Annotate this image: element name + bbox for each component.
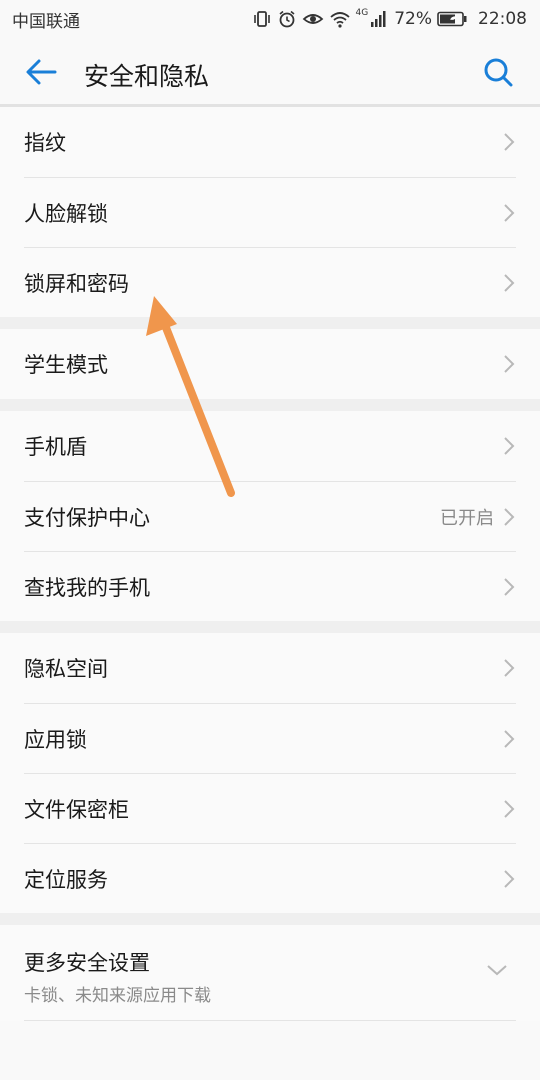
back-button[interactable] [22,54,62,90]
chevron-right-icon [504,203,515,222]
chevron-right-icon [504,355,515,373]
item-label: 指纹 [24,131,66,155]
status-value: 已开启 [440,507,494,529]
group-gap [0,913,540,925]
page-title: 安全和隐私 [84,62,210,91]
item-label: 文件保密柜 [24,797,129,822]
search-icon [484,58,513,87]
chevron-right-icon [504,437,515,455]
settings-group-security: 指纹 人脸解锁 锁屏和密码 [0,107,540,317]
chevron-right-icon [504,507,515,526]
search-button[interactable] [480,54,516,90]
battery-icon [437,11,467,27]
chevron-down-icon [487,965,507,976]
list-item-app-lock[interactable]: 应用锁 [24,703,516,773]
item-label: 隐私空间 [24,657,108,681]
list-item-file-safe[interactable]: 文件保密柜 [24,773,516,843]
arrow-left-icon [26,59,57,85]
chevron-right-icon [504,577,515,596]
chevron-right-icon [504,133,515,151]
network-type-label: 4G [355,8,369,18]
item-label: 手机盾 [24,435,87,459]
list-item-payment-protection[interactable]: 支付保护中心 已开启 [24,481,516,551]
eye-comfort-icon [302,14,323,24]
settings-list: 指纹 人脸解锁 锁屏和密码 学生模式 手机盾 支付保护中心 已开启 查找我的手机… [0,107,540,1021]
settings-group-payment: 手机盾 支付保护中心 已开启 查找我的手机 [0,411,540,621]
chevron-right-icon [504,273,515,292]
item-label: 人脸解锁 [24,201,108,226]
item-subtitle: 卡锁、未知来源应用下载 [24,986,211,1006]
item-label: 定位服务 [24,867,108,892]
chevron-right-icon [504,659,515,677]
list-item-fingerprint[interactable]: 指纹 [24,107,516,177]
settings-group-privacy: 隐私空间 应用锁 文件保密柜 定位服务 [0,633,540,913]
group-gap [0,621,540,633]
item-label: 查找我的手机 [24,575,150,600]
settings-group-more: 更多安全设置 卡锁、未知来源应用下载 [0,925,540,1021]
battery-percent: 72% [394,9,432,29]
list-item-phone-shield[interactable]: 手机盾 [24,411,516,481]
list-item-private-space[interactable]: 隐私空间 [24,633,516,703]
list-item-location-services[interactable]: 定位服务 [24,843,516,913]
status-icons: 4G 72% 22:08 [252,8,527,29]
item-right: 已开启 [440,504,516,530]
list-item-face-unlock[interactable]: 人脸解锁 [24,177,516,247]
item-label: 学生模式 [24,353,108,377]
item-label: 支付保护中心 [24,505,150,530]
wifi-icon [329,12,350,28]
item-label: 锁屏和密码 [24,271,129,296]
chevron-right-icon [504,799,515,818]
settings-group-student: 学生模式 [0,329,540,399]
list-item-more-security-settings[interactable]: 更多安全设置 卡锁、未知来源应用下载 [24,925,516,1021]
list-item-lock-screen-password[interactable]: 锁屏和密码 [24,247,516,317]
app-bar: 安全和隐私 [0,38,540,106]
alarm-icon [278,10,295,28]
list-item-student-mode[interactable]: 学生模式 [24,329,516,399]
list-item-find-my-phone[interactable]: 查找我的手机 [24,551,516,621]
chevron-right-icon [504,869,515,888]
group-gap [0,317,540,329]
status-bar: 中国联通 4G 72% 22:08 [0,0,540,38]
vibrate-icon [253,11,270,27]
group-gap [0,399,540,411]
item-label: 更多安全设置 [24,951,150,975]
chevron-right-icon [504,729,515,748]
clock: 22:08 [478,9,527,29]
carrier-label: 中国联通 [12,11,80,32]
item-label: 应用锁 [24,727,87,752]
signal-icon [371,11,386,27]
